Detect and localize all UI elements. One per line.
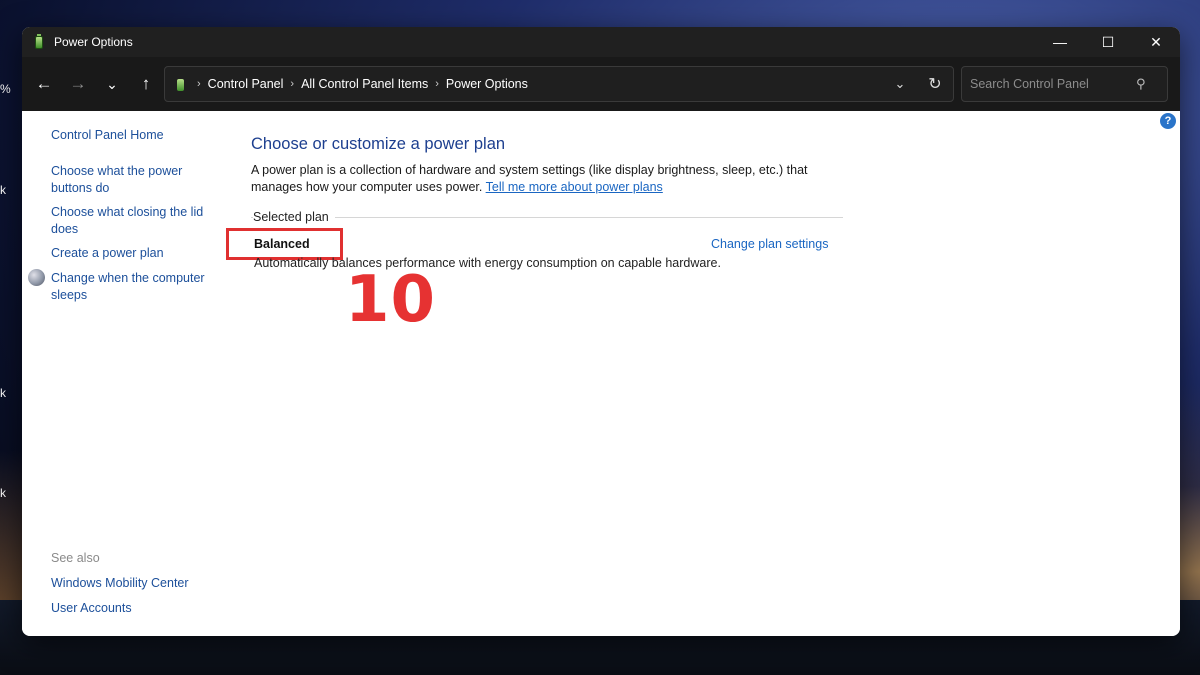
title-bar[interactable]: Power Options — ☐ ✕ [22, 27, 1180, 57]
back-arrow-icon[interactable]: ← [28, 68, 60, 100]
plan-description: Automatically balances performance with … [254, 256, 721, 270]
breadcrumb-control-panel[interactable]: Control Panel [208, 77, 284, 91]
desktop-text-fragment: % [0, 82, 11, 96]
battery-icon [32, 34, 46, 50]
breadcrumb-power-options[interactable]: Power Options [446, 77, 528, 91]
desktop-text-fragment: k [0, 486, 6, 500]
window-title: Power Options [54, 35, 133, 49]
content-area: ? Control Panel Home Choose what the pow… [22, 111, 1180, 636]
page-title: Choose or customize a power plan [251, 135, 506, 153]
control-panel-home-link[interactable]: Control Panel Home [51, 127, 211, 144]
help-icon[interactable]: ? [1160, 113, 1176, 129]
search-input[interactable] [962, 77, 1132, 91]
battery-icon [175, 77, 187, 91]
address-dropdown-chevron-icon[interactable]: ⌄ [883, 76, 917, 92]
breadcrumb-all-items[interactable]: All Control Panel Items [301, 77, 428, 91]
maximize-button[interactable]: ☐ [1084, 27, 1132, 57]
refresh-icon[interactable]: ↻ [917, 74, 953, 94]
forward-arrow-icon[interactable]: → [62, 68, 94, 100]
desktop-text-fragment: k [0, 183, 6, 197]
breadcrumb-separator-icon: › [435, 78, 439, 90]
up-arrow-icon[interactable]: ↑ [130, 68, 162, 100]
step-number-annotation: 10 [345, 263, 437, 337]
create-power-plan-link[interactable]: Create a power plan [51, 245, 211, 262]
navigation-bar: ← → ⌄ ↑ › Control Panel › All Control Pa… [22, 57, 1180, 111]
power-buttons-link[interactable]: Choose what the power buttons do [51, 163, 211, 197]
recent-locations-chevron-icon[interactable]: ⌄ [96, 68, 128, 100]
minimize-button[interactable]: — [1036, 27, 1084, 57]
search-box[interactable]: ⚲ [961, 66, 1168, 102]
page-description: A power plan is a collection of hardware… [251, 162, 831, 196]
breadcrumb-separator-icon: › [290, 78, 295, 90]
address-bar[interactable]: › Control Panel › All Control Panel Item… [164, 66, 954, 102]
selected-plan-label: Selected plan [253, 210, 335, 224]
mobility-center-link[interactable]: Windows Mobility Center [51, 575, 211, 592]
group-divider [251, 217, 843, 218]
desktop-text-fragment: k [0, 386, 6, 400]
learn-more-link[interactable]: Tell me more about power plans [486, 180, 663, 194]
power-options-window: Power Options — ☐ ✕ ← → ⌄ ↑ › Control Pa… [22, 27, 1180, 636]
moon-icon [28, 269, 45, 286]
closing-lid-link[interactable]: Choose what closing the lid does [51, 204, 211, 238]
see-also-label: See also [51, 551, 100, 565]
change-plan-settings-link[interactable]: Change plan settings [711, 237, 828, 251]
search-icon[interactable]: ⚲ [1136, 76, 1146, 92]
computer-sleeps-link[interactable]: Change when the computer sleeps [51, 270, 211, 304]
sidebar: Control Panel Home Choose what the power… [22, 111, 222, 636]
breadcrumb-separator-icon: › [197, 78, 201, 90]
user-accounts-link[interactable]: User Accounts [51, 600, 211, 617]
close-button[interactable]: ✕ [1132, 27, 1180, 57]
